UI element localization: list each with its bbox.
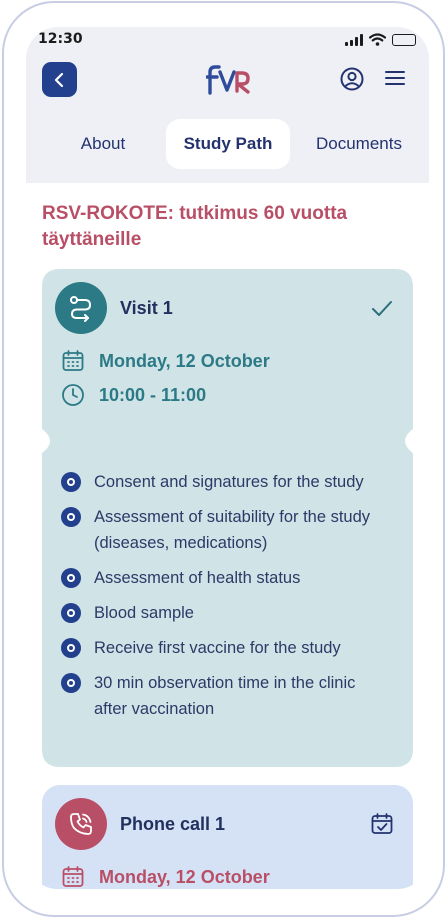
hamburger-menu-icon[interactable] <box>384 69 406 87</box>
account-circle-icon[interactable] <box>340 67 364 91</box>
app-screen: 12:30 About Study Path Documents RSV-ROK… <box>26 27 429 889</box>
back-button[interactable] <box>42 62 77 97</box>
task-item: Consent and signatures for the study <box>61 469 391 495</box>
status-time: 12:30 <box>38 31 83 47</box>
phone-icon <box>70 813 92 835</box>
calendar-icon <box>62 866 84 887</box>
visit-card[interactable]: Visit 1 Monday, 12 October 10:00 - 11:00 <box>42 269 413 767</box>
task-item: 30 min observation time in the clinic af… <box>61 670 391 722</box>
battery-icon <box>392 33 416 46</box>
status-bar: 12:30 <box>26 27 429 55</box>
task-bullet-icon <box>61 472 81 492</box>
phone-call-date: Monday, 12 October <box>99 866 270 887</box>
tab-documents[interactable]: Documents <box>300 119 418 169</box>
calendar-check-icon <box>371 813 393 834</box>
visit-badge <box>55 282 107 334</box>
clock-icon <box>62 384 84 406</box>
app-header <box>26 61 429 101</box>
task-item: Assessment of health status <box>61 565 391 591</box>
checkmark-icon <box>372 301 392 316</box>
tab-study-path-label: Study Path <box>183 134 273 153</box>
task-bullet-icon <box>61 603 81 623</box>
task-item: Blood sample <box>61 600 391 626</box>
task-label: Blood sample <box>94 604 194 622</box>
calendar-icon <box>62 350 84 371</box>
status-icons <box>345 33 416 46</box>
task-bullet-icon <box>61 568 81 588</box>
tab-about[interactable]: About <box>56 119 150 169</box>
task-bullet-icon <box>61 507 81 527</box>
task-label: Assessment of suitability for the study … <box>94 508 371 552</box>
fvr-logo <box>206 65 250 95</box>
phone-call-title: Phone call 1 <box>120 814 226 834</box>
device-frame: 12:30 About Study Path Documents RSV-ROK… <box>2 1 445 917</box>
tab-documents-label: Documents <box>316 134 402 153</box>
tab-study-path[interactable]: Study Path <box>166 119 290 169</box>
wifi-icon <box>369 33 386 46</box>
visit-date-row: Monday, 12 October <box>61 349 270 373</box>
visit-time: 10:00 - 11:00 <box>99 384 207 405</box>
tab-bar: About Study Path Documents <box>38 119 418 169</box>
task-item: Receive first vaccine for the study <box>61 635 391 661</box>
visit-title: Visit 1 <box>120 298 173 318</box>
signal-icon <box>345 33 363 46</box>
task-bullet-icon <box>61 638 81 658</box>
phone-call-badge <box>55 798 107 850</box>
task-bullet-icon <box>61 673 81 693</box>
task-label: Assessment of health status <box>94 569 301 587</box>
visit-time-row: 10:00 - 11:00 <box>61 383 206 407</box>
phone-call-date-row: Monday, 12 October <box>61 865 270 889</box>
phone-call-card[interactable]: Phone call 1 Monday, 12 October <box>42 785 413 889</box>
tab-about-label: About <box>80 134 126 153</box>
task-label: 30 min observation time in the clinic af… <box>94 674 356 718</box>
route-icon <box>70 296 92 322</box>
visit-task-list: Consent and signatures for the study Ass… <box>61 469 391 731</box>
task-label: Receive first vaccine for the study <box>94 639 341 657</box>
visit-date: Monday, 12 October <box>99 350 270 371</box>
study-title: RSV-ROKOTE: tutkimus 60 vuotta täyttänei… <box>42 203 348 250</box>
chevron-left-icon <box>54 72 63 87</box>
task-item: Assessment of suitability for the study … <box>61 504 391 556</box>
task-label: Consent and signatures for the study <box>94 473 364 491</box>
